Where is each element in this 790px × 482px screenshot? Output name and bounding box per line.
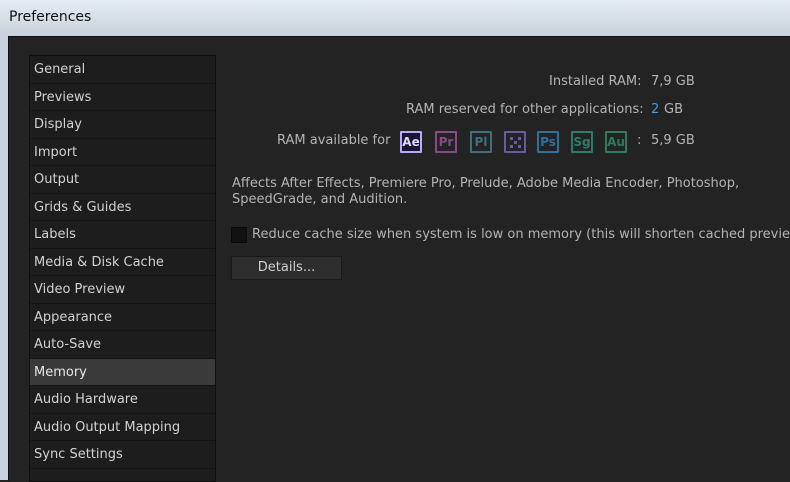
sidebar-item-audio-hardware[interactable]: Audio Hardware	[30, 386, 215, 414]
sidebar-item-previews[interactable]: Previews	[30, 84, 215, 111]
window-title: Preferences	[9, 9, 92, 25]
speedgrade-icon: Sg	[571, 131, 593, 153]
after-effects-icon: Ae	[400, 131, 422, 153]
sidebar-item-appearance[interactable]: Appearance	[30, 304, 215, 331]
sidebar-item-output[interactable]: Output	[30, 166, 215, 194]
sidebar-item-display[interactable]: Display	[30, 111, 215, 139]
sidebar-item-media-disk-cache[interactable]: Media & Disk Cache	[30, 249, 215, 276]
sidebar-item-grids-guides[interactable]: Grids & Guides	[30, 194, 215, 221]
available-ram-value: 5,9 GB	[651, 133, 695, 148]
installed-ram-label: Installed RAM:	[549, 74, 642, 89]
sidebar-item-auto-save[interactable]: Auto-Save	[30, 331, 215, 359]
reduce-cache-checkbox[interactable]	[231, 227, 247, 243]
sidebar-item-general[interactable]: General	[30, 56, 215, 84]
available-ram-colon: :	[637, 133, 642, 148]
prelude-icon: Pl	[470, 131, 492, 153]
sidebar-item-import[interactable]: Import	[30, 139, 215, 166]
audition-icon: Au	[605, 131, 627, 153]
installed-ram-value: 7,9 GB	[651, 74, 695, 89]
preferences-sidebar: General Previews Display Import Output G…	[29, 55, 216, 482]
memory-description: Affects After Effects, Premiere Pro, Pre…	[232, 176, 740, 207]
reserved-ram-label: RAM reserved for other applications:	[406, 102, 644, 117]
media-encoder-icon	[504, 131, 526, 153]
sidebar-item-video-preview[interactable]: Video Preview	[30, 276, 215, 304]
premiere-pro-icon: Pr	[435, 131, 457, 153]
available-ram-label: RAM available for	[277, 133, 391, 148]
sidebar-item-labels[interactable]: Labels	[30, 221, 215, 249]
title-bar: Preferences	[0, 0, 790, 35]
sidebar-item-memory[interactable]: Memory	[30, 358, 215, 386]
sidebar-item-audio-output-mapping[interactable]: Audio Output Mapping	[30, 414, 215, 441]
photoshop-icon: Ps	[537, 131, 559, 153]
reserved-ram-value[interactable]: 2	[651, 102, 659, 117]
reserved-ram-unit: GB	[664, 102, 683, 117]
reduce-cache-label[interactable]: Reduce cache size when system is low on …	[252, 227, 790, 242]
details-button[interactable]: Details...	[231, 256, 342, 280]
sidebar-item-sync-settings[interactable]: Sync Settings	[30, 441, 215, 469]
